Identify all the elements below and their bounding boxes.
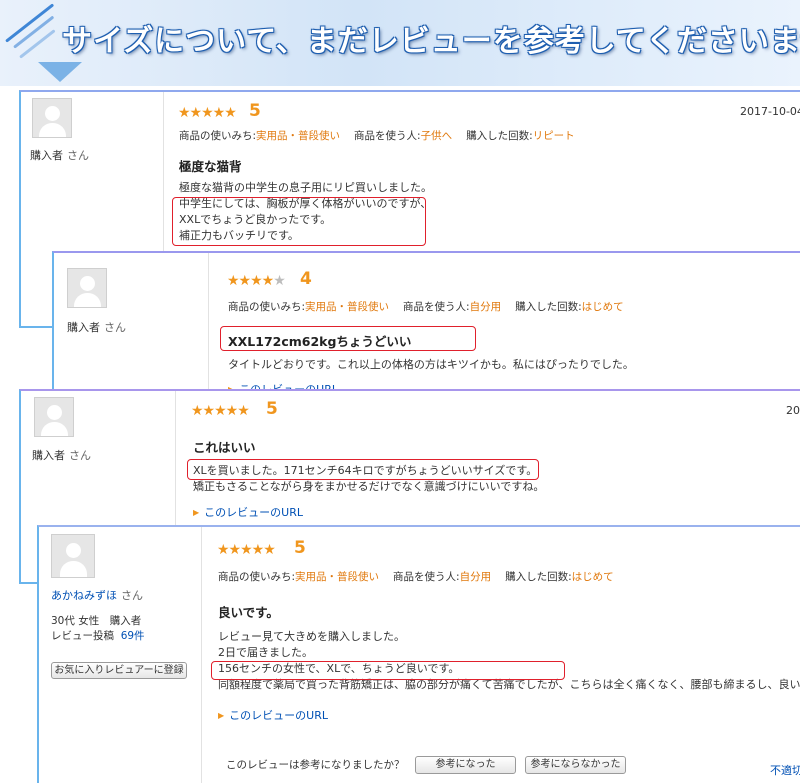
helpful-yes-button[interactable]: 参考になった xyxy=(415,756,516,774)
review-card: あかねみずほ さん 30代 女性 購入者 レビュー投稿 69件 お気に入りレビュア… xyxy=(37,525,800,783)
rating-score: 5 xyxy=(249,101,261,121)
review-meta: 商品の使いみち:実用品・普段使い 商品を使う人:子供へ 購入した回数:リピート xyxy=(179,130,575,142)
reviewer-name: 購入者 さん xyxy=(67,321,126,334)
avatar xyxy=(67,268,107,308)
highlight-box xyxy=(187,459,539,480)
review-body: タイトルどおりです。これ以上の体格の方はキツイかも。私にはぴったりでした。 xyxy=(228,358,634,371)
highlight-box xyxy=(211,661,565,680)
review-date: 20 xyxy=(786,404,800,417)
star-rating: ★★★★★ xyxy=(191,403,250,419)
star-rating: ★★★★★ xyxy=(217,542,276,558)
avatar xyxy=(34,397,74,437)
review-url-link[interactable]: ▶ このレビューのURL xyxy=(193,504,303,520)
reviewer-name-link[interactable]: あかねみずほ さん xyxy=(51,587,143,603)
favorite-reviewer-button[interactable]: お気に入りレビュアーに登録 xyxy=(51,662,187,679)
reviewer-name: 購入者 さん xyxy=(30,149,89,162)
avatar xyxy=(51,534,95,578)
rating-score: 4 xyxy=(300,269,312,289)
review-title: 良いです。 xyxy=(218,605,279,620)
reviewer-name: 購入者 さん xyxy=(32,449,91,462)
review-date: 2017-10-04 xyxy=(740,105,800,118)
banner-title: サイズについて、まだレビューを参考してくださいませ xyxy=(62,24,800,59)
page: サイズについて、まだレビューを参考してくださいませ 購入者 さん ★★★★★ 5 … xyxy=(0,0,800,783)
helpful-question: このレビューは参考になりましたか？ xyxy=(226,759,405,771)
reviewer-profile: 30代 女性 購入者 レビュー投稿 69件 xyxy=(51,615,145,642)
rating-score: 5 xyxy=(294,538,306,558)
helpful-no-button[interactable]: 参考にならなかった xyxy=(525,756,626,774)
review-meta: 商品の使いみち:実用品・普段使い 商品を使う人:自分用 購入した回数:はじめて xyxy=(228,301,624,313)
header-banner: サイズについて、まだレビューを参考してくださいませ xyxy=(0,0,800,86)
highlight-box xyxy=(220,326,476,351)
star-rating: ★★★★★ xyxy=(178,105,237,121)
review-meta: 商品の使いみち:実用品・普段使い 商品を使う人:自分用 購入した回数:はじめて xyxy=(218,571,614,583)
review-card: 購入者 さん ★★★★★ 4 商品の使いみち:実用品・普段使い 商品を使う人:自分用… xyxy=(52,251,800,391)
rating-score: 5 xyxy=(266,399,278,419)
highlight-box xyxy=(172,197,426,246)
review-title: これはいい xyxy=(193,440,256,455)
review-url-link[interactable]: ▶ このレビューのURL xyxy=(218,707,328,723)
banner-pointer xyxy=(38,62,82,82)
report-link[interactable]: 不適切 xyxy=(770,762,800,778)
review-title: 極度な猫背 xyxy=(179,159,242,174)
avatar xyxy=(32,98,72,138)
star-rating: ★★★★★ xyxy=(227,273,286,289)
